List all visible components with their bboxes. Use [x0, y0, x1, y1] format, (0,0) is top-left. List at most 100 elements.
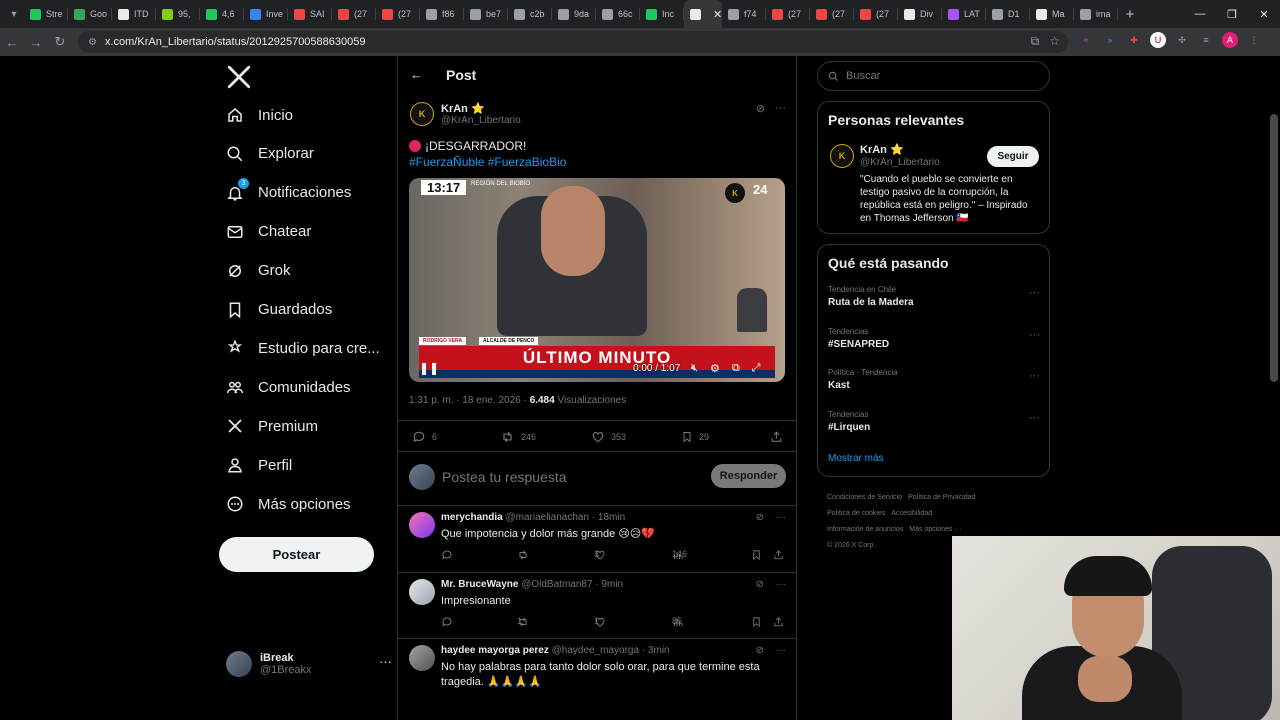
post-button[interactable]: Postear — [219, 537, 374, 572]
repost-button[interactable] — [517, 549, 529, 561]
reply-item[interactable]: merychandia @mariaelianachan · 18min ⊘ ···… — [398, 506, 796, 573]
nav-item-guardados[interactable]: Guardados — [226, 291, 332, 329]
reply-author-name[interactable]: merychandia — [441, 512, 503, 523]
bookmark-star-icon[interactable]: ☆ — [1049, 34, 1060, 49]
reply-avatar[interactable] — [409, 512, 435, 538]
more-icon[interactable]: ··· — [776, 579, 786, 590]
reply-time[interactable]: · 9min — [595, 579, 623, 590]
browser-tab[interactable]: 66c — [596, 0, 640, 28]
footer-link[interactable]: Más opciones ··· — [909, 526, 961, 533]
relevant-handle[interactable]: @KrAn_Libertario — [860, 157, 940, 168]
footer-link[interactable]: Condiciones de Servicio — [827, 494, 902, 501]
share-button[interactable] — [773, 616, 784, 628]
nav-item-inicio[interactable]: Inicio — [226, 96, 293, 134]
search-box[interactable] — [817, 61, 1050, 91]
browser-tab[interactable]: LAT — [942, 0, 986, 28]
browser-tab[interactable]: (27 — [766, 0, 810, 28]
pause-icon[interactable]: ❚❚ — [419, 361, 439, 375]
reply-author-handle[interactable]: @haydee_mayorga — [552, 645, 639, 656]
more-icon[interactable]: ··· — [379, 654, 392, 669]
mute-icon[interactable]: 🔇︎ — [691, 362, 698, 375]
ublock-icon[interactable]: U — [1150, 32, 1166, 48]
more-icon[interactable]: ··· — [775, 102, 786, 115]
forward-icon[interactable]: → — [24, 30, 48, 54]
browser-tab[interactable]: (27 — [854, 0, 898, 28]
reply-input[interactable] — [442, 469, 682, 485]
settings-icon[interactable]: ⚙ — [710, 362, 720, 375]
tweet-avatar[interactable]: K — [410, 102, 434, 126]
reply-item[interactable]: Mr. BruceWayne @OldBatman87 · 9min ⊘ ··· Im… — [398, 573, 796, 639]
grok-icon[interactable]: ⊘ — [756, 645, 764, 656]
nav-item-chatear[interactable]: Chatear — [226, 213, 311, 251]
grok-icon[interactable]: ⊘ — [756, 102, 765, 115]
nav-item-más[interactable]: Más opciones — [226, 485, 351, 523]
tweet-hashtags[interactable]: #FuerzaÑuble #FuerzaBioBio — [409, 155, 566, 169]
sidebar-icon[interactable]: ≡ — [1198, 32, 1214, 48]
repost-button[interactable]: 246 — [500, 430, 536, 444]
x-logo-icon[interactable] — [226, 64, 252, 90]
nav-item-notificaciones[interactable]: 3 Notificaciones — [226, 174, 351, 212]
new-tab-icon[interactable]: + — [1118, 6, 1142, 23]
extension-icon[interactable]: ≈ — [1078, 32, 1094, 48]
browser-tab[interactable]: ima — [1074, 0, 1118, 28]
tweet-timestamp[interactable]: 1:31 p. m. · 18 ene. 2026 · — [409, 395, 527, 406]
grok-icon[interactable]: ⊘ — [756, 579, 764, 590]
like-button[interactable]: 3 — [594, 549, 606, 561]
nav-item-explorar[interactable]: Explorar — [226, 135, 314, 173]
like-button[interactable]: 353 — [591, 430, 626, 444]
reply-time[interactable]: · 3min — [642, 645, 670, 656]
reply-button[interactable] — [441, 616, 453, 628]
reply-submit-button[interactable]: Responder — [711, 464, 786, 488]
bookmark-button[interactable]: 29 — [681, 430, 709, 444]
reply-avatar[interactable] — [409, 579, 435, 605]
trend-item[interactable]: Tendencias #Lirquen ··· — [828, 410, 1040, 433]
footer-link[interactable]: Política de cookies — [827, 510, 885, 517]
repost-button[interactable]: 1 — [517, 616, 529, 628]
views-button[interactable]: 146 — [672, 549, 687, 561]
back-arrow-icon[interactable]: ← — [410, 67, 423, 82]
browser-tab[interactable]: Stre — [24, 0, 68, 28]
browser-tab[interactable]: D1 — [986, 0, 1030, 28]
browser-tab[interactable]: SAI — [288, 0, 332, 28]
extension-icon[interactable]: ✚ — [1126, 32, 1142, 48]
site-info-icon[interactable]: ⚙ — [88, 37, 97, 48]
browser-tab[interactable]: (27 — [332, 0, 376, 28]
trend-item[interactable]: Tendencias #SENAPRED ··· — [828, 327, 1040, 350]
footer-link[interactable]: Política de Privacidad — [908, 494, 975, 501]
extension-icon[interactable]: » — [1102, 32, 1118, 48]
fullscreen-icon[interactable]: ⤢ — [752, 362, 761, 375]
tab-close-icon[interactable]: ✕ — [713, 8, 722, 21]
reply-author-handle[interactable]: @OldBatman87 — [521, 579, 592, 590]
browser-tab[interactable]: Ma — [1030, 0, 1074, 28]
cast-icon[interactable]: ⧉ — [1031, 34, 1040, 49]
reply-avatar[interactable] — [409, 645, 435, 671]
reply-author-handle[interactable]: @mariaelianachan — [505, 512, 589, 523]
trend-item[interactable]: Política · Tendencia Kast ··· — [828, 368, 1040, 391]
back-icon[interactable]: ← — [0, 30, 24, 54]
pip-icon[interactable]: ⧉ — [732, 362, 740, 375]
reply-item[interactable]: haydee mayorga perez @haydee_mayorga · 3… — [398, 639, 796, 720]
bookmark-button[interactable] — [751, 549, 762, 561]
show-more-link[interactable]: Mostrar más — [828, 453, 884, 464]
browser-tab[interactable]: Inve — [244, 0, 288, 28]
profile-avatar-icon[interactable]: A — [1222, 32, 1238, 48]
footer-link[interactable]: Información de anuncios — [827, 526, 903, 533]
maximize-icon[interactable]: ❐ — [1216, 0, 1248, 28]
close-window-icon[interactable]: ✕ — [1248, 0, 1280, 28]
video-player[interactable]: 13:17 REGIÓN DEL BIOBÍO K 24 RODRIGO VER… — [409, 178, 785, 382]
browser-tab[interactable]: c2b — [508, 0, 552, 28]
nav-item-grok[interactable]: Grok — [226, 252, 291, 290]
browser-tab[interactable]: 95, — [156, 0, 200, 28]
browser-tab[interactable]: Div — [898, 0, 942, 28]
reply-author-name[interactable]: haydee mayorga perez — [441, 645, 549, 656]
search-input[interactable] — [846, 70, 1036, 82]
minimize-icon[interactable]: — — [1184, 0, 1216, 28]
reload-icon[interactable]: ↻ — [48, 30, 72, 54]
share-button[interactable] — [773, 549, 784, 561]
nav-item-comunidades[interactable]: Comunidades — [226, 368, 351, 406]
reply-time[interactable]: · 18min — [592, 512, 625, 523]
browser-tab[interactable]: 9da — [552, 0, 596, 28]
reply-button[interactable]: 6 — [412, 430, 437, 444]
reply-author-name[interactable]: Mr. BruceWayne — [441, 579, 518, 590]
share-button[interactable] — [770, 430, 783, 444]
